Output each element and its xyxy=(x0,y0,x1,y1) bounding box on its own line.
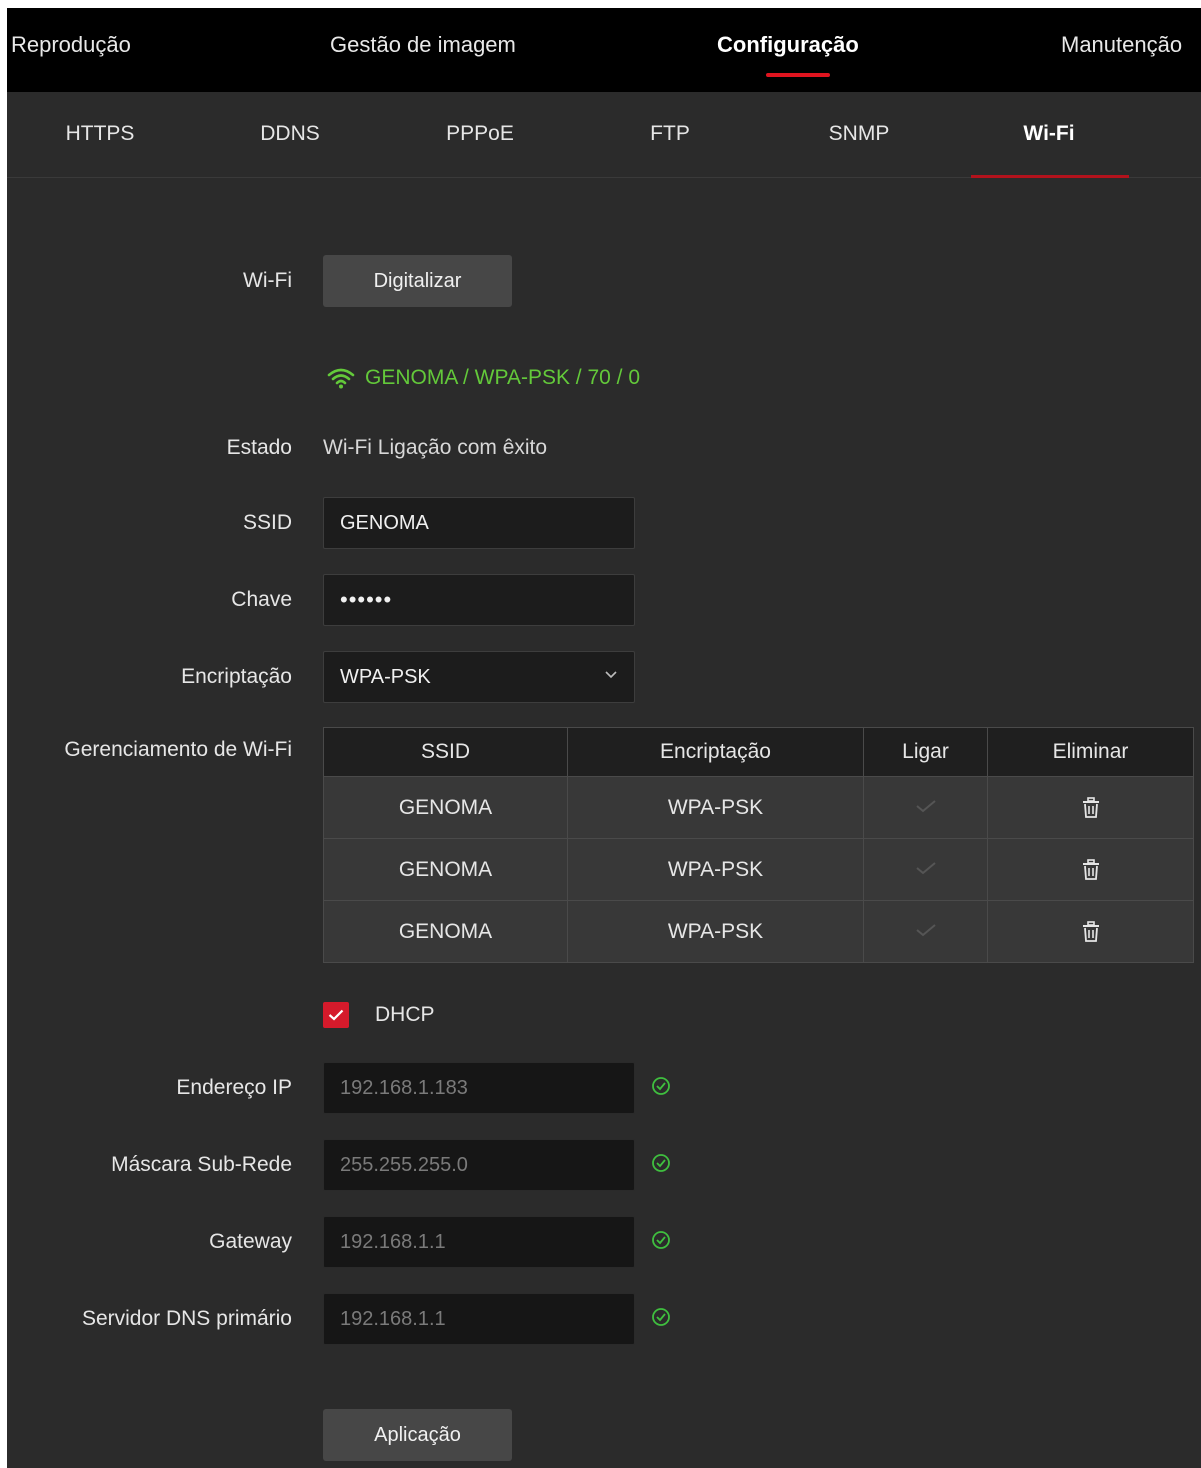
connect-cell xyxy=(863,838,988,901)
sub-navigation: HTTPS DDNS PPPoE FTP SNMP Wi-Fi xyxy=(7,92,1201,178)
active-tab-indicator xyxy=(766,73,830,77)
key-input[interactable]: •••••• xyxy=(323,574,635,626)
wifi-signal-icon xyxy=(327,368,355,389)
column-header-delete: Eliminar xyxy=(987,727,1194,777)
app-frame: Reprodução Gestão de imagem Configuração… xyxy=(7,8,1201,1468)
dhcp-checkbox[interactable] xyxy=(323,1002,349,1028)
delete-cell xyxy=(987,838,1194,901)
cell-encryption: WPA-PSK xyxy=(567,900,864,963)
wifi-management-label: Gerenciamento de Wi-Fi xyxy=(64,738,292,761)
subtab-snmp[interactable]: SNMP xyxy=(829,122,890,146)
check-circle-icon xyxy=(652,1308,670,1326)
active-subtab-indicator xyxy=(971,175,1129,178)
top-navigation: Reprodução Gestão de imagem Configuração… xyxy=(7,8,1201,92)
dhcp-label: DHCP xyxy=(375,1003,435,1026)
dhcp-toggle[interactable]: DHCP xyxy=(323,1002,435,1028)
tab-reproducao[interactable]: Reprodução xyxy=(11,32,131,58)
table-row: GENOMA WPA-PSK xyxy=(323,900,1194,963)
cell-ssid: GENOMA xyxy=(323,776,568,839)
gateway-input[interactable]: 192.168.1.1 xyxy=(323,1216,635,1268)
subtab-https[interactable]: HTTPS xyxy=(66,122,135,146)
dns-input[interactable]: 192.168.1.1 xyxy=(323,1293,635,1345)
delete-cell xyxy=(987,900,1194,963)
subtab-ddns[interactable]: DDNS xyxy=(260,122,320,146)
trash-icon[interactable] xyxy=(1081,859,1101,881)
cell-encryption: WPA-PSK xyxy=(567,838,864,901)
connected-network-text: GENOMA / WPA-PSK / 70 / 0 xyxy=(365,366,641,389)
tab-configuracao[interactable]: Configuração xyxy=(717,32,859,58)
mask-input[interactable]: 255.255.255.0 xyxy=(323,1139,635,1191)
subtab-pppoe[interactable]: PPPoE xyxy=(446,122,514,146)
connect-cell xyxy=(863,776,988,839)
tab-gestao-de-imagem[interactable]: Gestão de imagem xyxy=(330,32,516,58)
cell-ssid: GENOMA xyxy=(323,838,568,901)
cell-ssid: GENOMA xyxy=(323,900,568,963)
dns-label: Servidor DNS primário xyxy=(81,1307,292,1330)
ssid-label: SSID xyxy=(242,511,292,534)
key-label: Chave xyxy=(231,588,292,611)
wifi-management-table: SSID Encriptação Ligar Eliminar GENOMA W… xyxy=(323,727,1194,963)
check-circle-icon xyxy=(652,1077,670,1095)
cell-encryption: WPA-PSK xyxy=(567,776,864,839)
table-row: GENOMA WPA-PSK xyxy=(323,776,1194,839)
check-circle-icon xyxy=(652,1154,670,1172)
table-header-row: SSID Encriptação Ligar Eliminar xyxy=(323,727,1194,777)
connect-cell xyxy=(863,900,988,963)
column-header-connect: Ligar xyxy=(863,727,988,777)
delete-cell xyxy=(987,776,1194,839)
encryption-label: Encriptação xyxy=(181,665,292,688)
chevron-down-icon xyxy=(604,667,618,684)
gateway-label: Gateway xyxy=(209,1230,292,1253)
ip-input[interactable]: 192.168.1.183 xyxy=(323,1062,635,1114)
column-header-ssid: SSID xyxy=(323,727,568,777)
checkmark-icon[interactable] xyxy=(915,798,937,814)
column-header-encryption: Encriptação xyxy=(567,727,864,777)
table-row: GENOMA WPA-PSK xyxy=(323,838,1194,901)
subtab-ftp[interactable]: FTP xyxy=(650,122,690,146)
trash-icon[interactable] xyxy=(1081,797,1101,819)
encryption-select-value: WPA-PSK xyxy=(340,665,431,688)
state-value: Wi-Fi Ligação com êxito xyxy=(323,436,548,459)
checkmark-icon[interactable] xyxy=(915,860,937,876)
subtab-wifi[interactable]: Wi-Fi xyxy=(1023,122,1074,146)
ip-label: Endereço IP xyxy=(176,1076,292,1099)
mask-label: Máscara Sub-Rede xyxy=(111,1153,292,1176)
encryption-select[interactable]: WPA-PSK xyxy=(323,651,635,703)
ssid-input[interactable]: GENOMA xyxy=(323,497,635,549)
check-circle-icon xyxy=(652,1231,670,1249)
tab-manutencao[interactable]: Manutenção xyxy=(1061,32,1182,58)
apply-button[interactable]: Aplicação xyxy=(323,1409,512,1461)
connected-network: GENOMA / WPA-PSK / 70 / 0 xyxy=(327,366,640,390)
state-label: Estado xyxy=(226,436,292,459)
wifi-label: Wi-Fi xyxy=(243,269,292,292)
checkmark-icon[interactable] xyxy=(915,922,937,938)
scan-button[interactable]: Digitalizar xyxy=(323,255,512,307)
checkmark-icon xyxy=(328,1009,344,1021)
trash-icon[interactable] xyxy=(1081,921,1101,943)
